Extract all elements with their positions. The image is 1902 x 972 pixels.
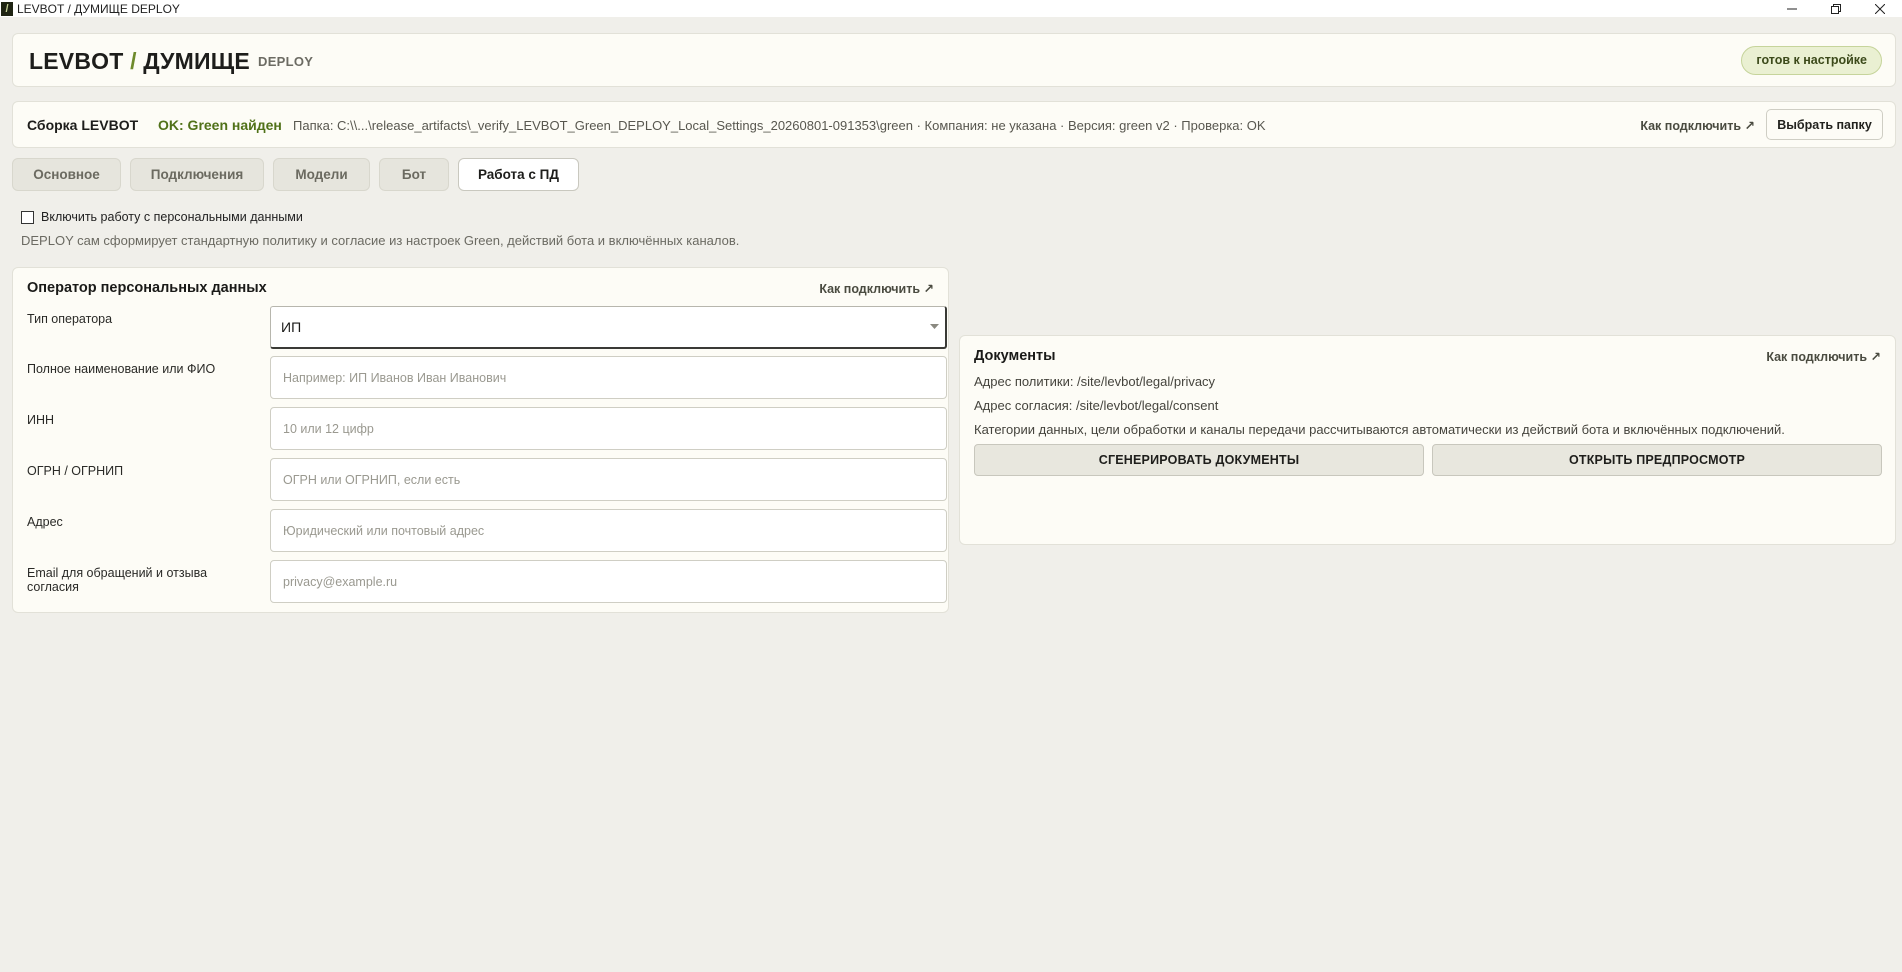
- operator-type-select[interactable]: ИП: [270, 306, 947, 349]
- full-name-input[interactable]: [270, 356, 947, 399]
- address-input[interactable]: [270, 509, 947, 552]
- consent-checkbox[interactable]: [21, 210, 34, 224]
- email-row: Email для обращений и отзыва согласия: [27, 560, 947, 604]
- open-preview-button[interactable]: ОТКРЫТЬ ПРЕДПРОСМОТР: [1432, 444, 1882, 476]
- status-badge: готов к настройке: [1741, 46, 1882, 75]
- inn-row: ИНН: [27, 407, 947, 451]
- documents-info: Категории данных, цели обработки и канал…: [974, 422, 1785, 437]
- consent-note: DEPLOY сам сформирует стандартную полити…: [21, 233, 740, 248]
- tab-bot[interactable]: Бот: [379, 158, 449, 191]
- chevron-down-icon: [930, 324, 939, 329]
- tab-models[interactable]: Модели: [273, 158, 370, 191]
- restore-icon: [1831, 3, 1841, 14]
- window-titlebar: / LEVBOT / ДУМИЩЕ DEPLOY: [0, 0, 1902, 17]
- operator-type-row: Тип оператора ИП: [27, 306, 947, 350]
- build-panel: Сборка LEVBOT OK: Green найден Папка: C:…: [12, 101, 1896, 148]
- ogrn-input[interactable]: [270, 458, 947, 501]
- close-button[interactable]: [1858, 0, 1902, 17]
- choose-folder-button[interactable]: Выбрать папку: [1766, 109, 1883, 140]
- policy-address: Адрес политики: /site/levbot/legal/priva…: [974, 374, 1216, 389]
- consent-row[interactable]: Включить работу с персональными данными: [21, 210, 303, 224]
- build-connect-link[interactable]: Как подключить ↗: [1640, 118, 1755, 133]
- address-label: Адрес: [27, 515, 63, 529]
- brand-logo: LEVBOT / ДУМИЩЕ: [29, 48, 250, 75]
- tab-personal-data[interactable]: Работа с ПД: [458, 158, 579, 191]
- brand-subtitle: DEPLOY: [258, 54, 314, 69]
- brand-slash: /: [130, 48, 137, 74]
- full-name-label: Полное наименование или ФИО: [27, 362, 216, 376]
- consent-checkbox-label[interactable]: Включить работу с персональными данными: [41, 210, 303, 224]
- window-title: LEVBOT / ДУМИЩЕ DEPLOY: [17, 1, 180, 16]
- tab-main[interactable]: Основное: [12, 158, 121, 191]
- documents-connect-link[interactable]: Как подключить ↗: [1766, 349, 1881, 364]
- restore-button[interactable]: [1814, 0, 1858, 17]
- build-meta: Папка: C:\\...\release_artifacts\_verify…: [293, 118, 1266, 133]
- ogrn-label: ОГРН / ОГРНИП: [27, 464, 124, 478]
- operator-heading: Оператор персональных данных: [27, 280, 267, 296]
- build-status: OK: Green найден: [158, 117, 282, 133]
- minimize-icon: [1787, 8, 1797, 9]
- inn-input[interactable]: [270, 407, 947, 450]
- minimize-button[interactable]: [1770, 0, 1814, 17]
- documents-heading: Документы: [974, 348, 1056, 364]
- brand-right: ДУМИЩЕ: [143, 48, 250, 74]
- brand-left: LEVBOT: [29, 48, 124, 74]
- operator-type-value: ИП: [281, 319, 302, 335]
- tab-bar: Основное Подключения Модели Бот Работа с…: [12, 158, 579, 191]
- app-icon: /: [1, 1, 13, 16]
- header-panel: LEVBOT / ДУМИЩЕ DEPLOY готов к настройке: [12, 33, 1896, 87]
- full-name-row: Полное наименование или ФИО: [27, 356, 947, 400]
- address-row: Адрес: [27, 509, 947, 553]
- email-label: Email для обращений и отзыва согласия: [27, 566, 208, 594]
- email-input[interactable]: [270, 560, 947, 603]
- operator-connect-link[interactable]: Как подключить ↗: [819, 281, 934, 296]
- build-title: Сборка LEVBOT: [27, 117, 139, 133]
- tab-connections[interactable]: Подключения: [130, 158, 264, 191]
- inn-label: ИНН: [27, 413, 55, 427]
- operator-panel: Оператор персональных данных Как подключ…: [12, 267, 949, 613]
- documents-panel: Документы Как подключить ↗ Адрес политик…: [959, 335, 1896, 545]
- consent-address: Адрес согласия: /site/levbot/legal/conse…: [974, 398, 1219, 413]
- window-controls: [1770, 0, 1902, 17]
- generate-documents-button[interactable]: СГЕНЕРИРОВАТЬ ДОКУМЕНТЫ: [974, 444, 1424, 476]
- operator-type-label: Тип оператора: [27, 312, 113, 326]
- close-icon: [1875, 3, 1885, 14]
- ogrn-row: ОГРН / ОГРНИП: [27, 458, 947, 502]
